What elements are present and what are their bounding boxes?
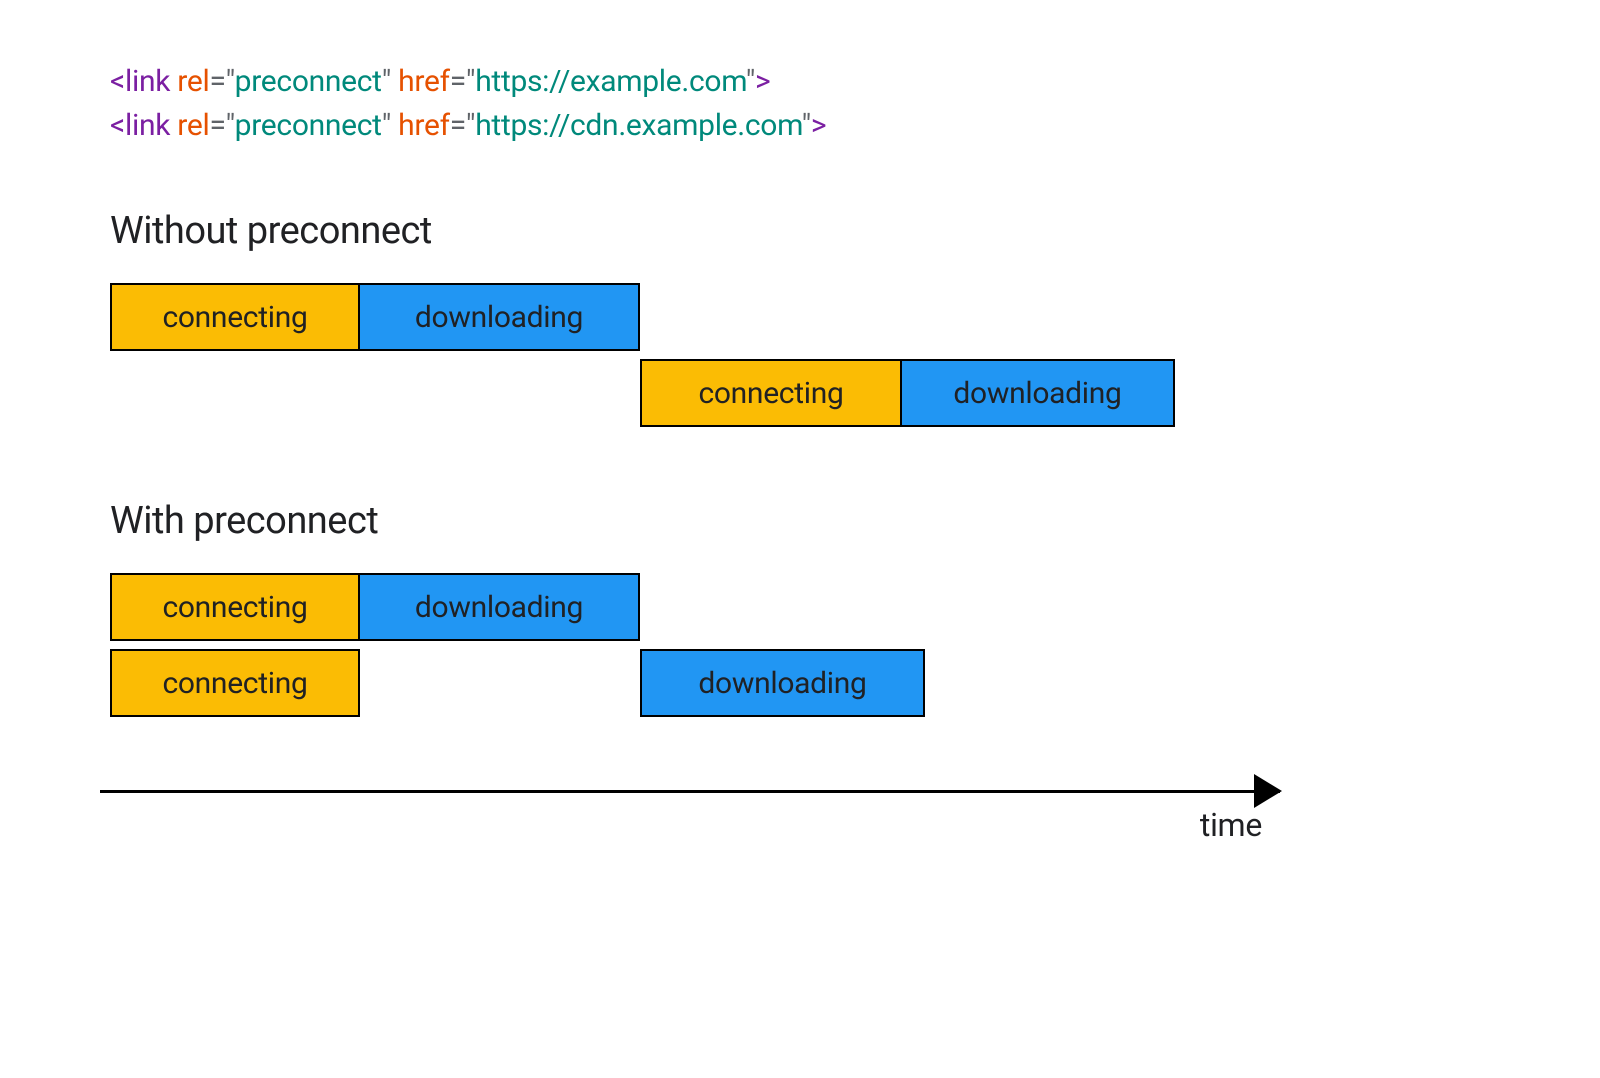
href-value-1: https://example.com [475,64,746,99]
attr-href: href [398,108,450,143]
timeline-row: connecting downloading [110,573,1490,643]
timeline-row: connecting downloading [110,359,1490,429]
bar-downloading: downloading [900,359,1175,427]
tag-close: > [755,64,770,99]
attr-rel: rel [177,64,209,99]
arrow-right-icon [1254,774,1282,808]
tag-open: <link [110,64,170,99]
bar-connecting: connecting [640,359,902,427]
q-close: " [746,64,755,99]
bar-downloading: downloading [358,573,640,641]
eq: =" [450,64,475,99]
axis-line [100,790,1280,793]
rel-value: preconnect [235,108,382,143]
href-value-2: https://cdn.example.com [475,108,801,143]
tag-close: > [811,108,826,143]
timeline-row: connecting downloading [110,649,1490,719]
q-close: " [382,64,391,99]
timeline-without: connecting downloading connecting downlo… [110,283,1490,429]
q-close: " [382,108,391,143]
eq: =" [209,108,234,143]
tag-open: <link [110,108,170,143]
bar-connecting: connecting [110,573,360,641]
time-axis: time [100,778,1280,838]
attr-href: href [398,64,450,99]
rel-value: preconnect [235,64,382,99]
eq: =" [209,64,234,99]
bar-connecting: connecting [110,283,360,351]
eq: =" [450,108,475,143]
axis-label: time [1200,806,1262,844]
section-title-with: With preconnect [110,499,1490,543]
bar-connecting: connecting [110,649,360,717]
diagram-container: <link rel="preconnect" href="https://exa… [0,0,1600,719]
section-title-without: Without preconnect [110,209,1490,253]
q-close: " [802,108,811,143]
timeline-row: connecting downloading [110,283,1490,353]
code-line-2: <link rel="preconnect" href="https://cdn… [110,104,1490,148]
code-line-1: <link rel="preconnect" href="https://exa… [110,60,1490,104]
attr-rel: rel [177,108,209,143]
bar-downloading: downloading [640,649,925,717]
bar-downloading: downloading [358,283,640,351]
timeline-with: connecting downloading connecting downlo… [110,573,1490,719]
